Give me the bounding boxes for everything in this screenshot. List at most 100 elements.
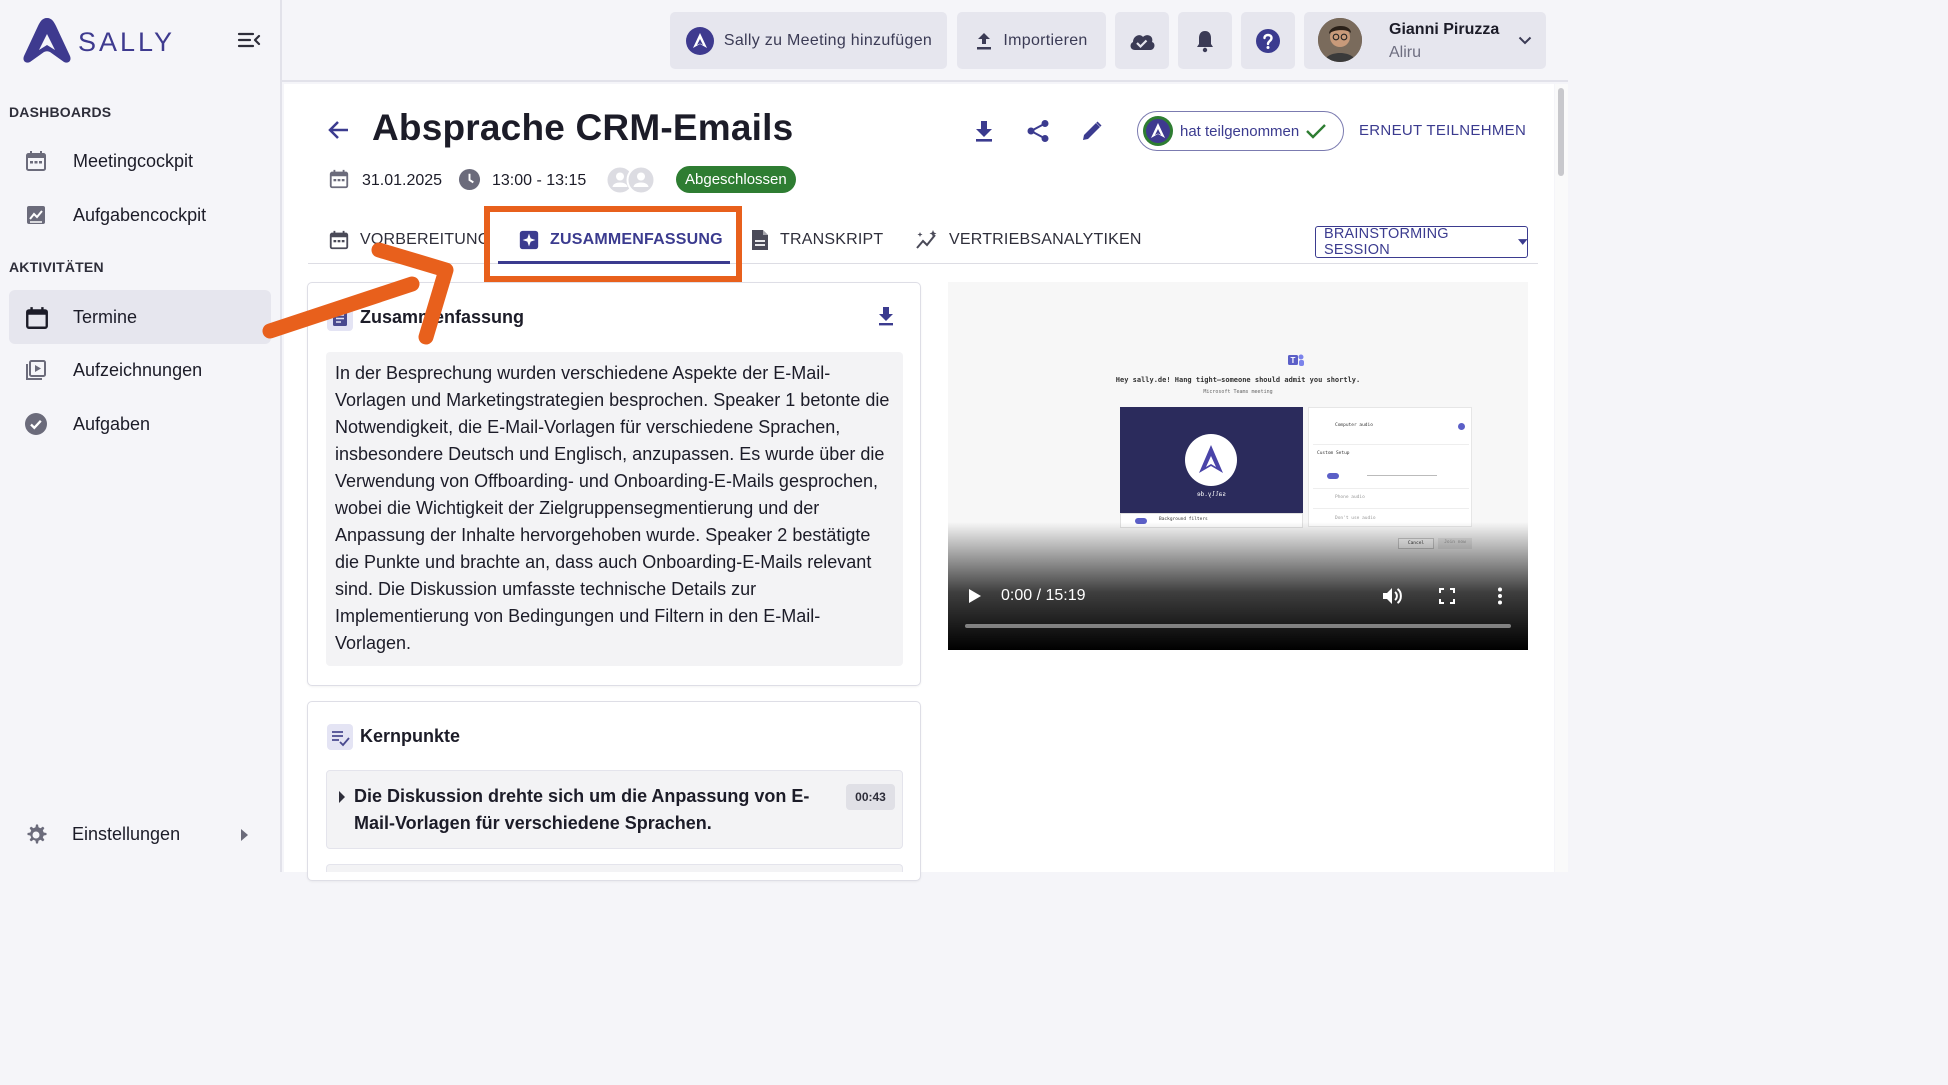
sidebar-item-label: Meetingcockpit xyxy=(73,150,194,171)
collapse-menu-icon[interactable] xyxy=(236,30,262,50)
checklist-icon xyxy=(327,724,353,750)
teams-meeting-subheading: Microsoft Teams meeting xyxy=(1203,389,1273,395)
participants-icon[interactable] xyxy=(605,165,657,195)
section-label-aktivitaeten: AKTIVITÄTEN xyxy=(9,259,104,275)
meeting-time: 13:00 - 13:15 xyxy=(492,172,587,189)
user-menu-button[interactable]: Gianni Piruzza Aliru xyxy=(1304,12,1546,69)
volume-slider xyxy=(1367,475,1437,476)
teams-tile-label: sally.de xyxy=(1197,491,1226,498)
sidebar-item-aufzeichnungen[interactable]: Aufzeichnungen xyxy=(9,343,271,397)
chevron-right-icon xyxy=(239,829,249,841)
summary-text-box: In der Besprechung wurden verschiedene A… xyxy=(326,352,903,666)
download-summary-icon[interactable] xyxy=(877,306,895,326)
keypoint-item[interactable] xyxy=(326,864,903,872)
radio-selected-icon xyxy=(1458,423,1465,430)
clock-icon xyxy=(458,168,481,191)
summary-text: In der Besprechung wurden verschiedene A… xyxy=(335,363,890,653)
rejoin-button[interactable]: ERNEUT TEILNEHMEN xyxy=(1359,122,1526,139)
dropdown-arrow-icon xyxy=(1517,239,1527,245)
sidebar-item-meetingcockpit[interactable]: Meetingcockpit xyxy=(9,134,271,188)
expand-arrow-icon xyxy=(339,791,345,803)
sally-logo[interactable]: SALLY xyxy=(22,16,175,64)
session-type-value: BRAINSTORMING SESSION xyxy=(1324,226,1449,258)
user-org: Aliru xyxy=(1389,44,1422,61)
teams-audio-options: Computer audio Custom Setup Phone audio … xyxy=(1308,407,1472,527)
gear-icon xyxy=(24,823,48,847)
back-arrow-icon[interactable] xyxy=(326,118,352,142)
calendar-icon xyxy=(24,305,50,331)
video-progress-bar[interactable] xyxy=(965,624,1511,628)
custom-setup-label: Custom Setup xyxy=(1317,451,1350,456)
chevron-down-icon xyxy=(1518,36,1532,45)
video-library-icon xyxy=(24,358,48,382)
tab-transkript[interactable]: TRANSKRIPT xyxy=(750,215,883,264)
dont-use-audio-label: Don't use audio xyxy=(1335,516,1376,521)
keypoint-timestamp[interactable]: 00:43 xyxy=(846,784,895,810)
sidebar-item-settings[interactable]: Einstellungen xyxy=(9,808,271,862)
video-controls-overlay xyxy=(948,522,1528,650)
cloud-check-icon xyxy=(1130,34,1155,50)
sally-logo-icon xyxy=(685,26,714,55)
help-button[interactable] xyxy=(1241,12,1295,69)
sidebar-item-aufgaben[interactable]: Aufgaben xyxy=(9,397,271,451)
import-label: Importieren xyxy=(1003,31,1088,49)
sidebar-item-label: Aufzeichnungen xyxy=(73,359,203,380)
participation-status: hat teilgenommen xyxy=(1137,111,1344,151)
check-circle-icon xyxy=(24,412,48,436)
sidebar-item-aufgabencockpit[interactable]: Aufgabencockpit xyxy=(9,188,271,242)
keypoints-title: Kernpunkte xyxy=(360,726,461,746)
notifications-button[interactable] xyxy=(1178,12,1232,69)
fullscreen-icon[interactable] xyxy=(1439,588,1455,604)
keypoint-item[interactable]: Die Diskussion drehte sich um die Anpass… xyxy=(326,770,903,849)
user-name: Gianni Piruzza xyxy=(1389,21,1500,38)
sidebar-item-label: Aufgaben xyxy=(73,413,151,434)
download-icon[interactable] xyxy=(973,119,995,143)
sally-logo-icon xyxy=(1143,116,1173,146)
add-sally-to-meeting-button[interactable]: Sally zu Meeting hinzufügen xyxy=(670,12,947,69)
annotation-arrow-icon xyxy=(262,242,454,345)
sidebar-item-label: Termine xyxy=(73,306,138,327)
scrollbar-thumb[interactable] xyxy=(1558,88,1564,176)
status-badge: Abgeschlossen xyxy=(676,166,796,193)
import-button[interactable]: Importieren xyxy=(957,12,1106,69)
document-icon xyxy=(752,229,768,250)
chart-icon xyxy=(24,203,48,227)
tab-vertriebsanalytiken[interactable]: VERTRIEBSANALYTIKEN xyxy=(915,215,1142,264)
add-sally-label: Sally zu Meeting hinzufügen xyxy=(723,31,933,49)
keypoint-text: Die Diskussion drehte sich um die Anpass… xyxy=(354,786,810,833)
sidebar-item-termine[interactable]: Termine xyxy=(9,290,271,344)
scrollbar[interactable] xyxy=(1555,84,1568,872)
share-icon[interactable] xyxy=(1026,119,1050,143)
video-time: 0:00 / 15:19 xyxy=(1001,587,1086,604)
help-icon xyxy=(1256,28,1280,53)
sally-logo-icon xyxy=(23,18,71,63)
bell-icon xyxy=(1197,30,1213,52)
meeting-date: 31.01.2025 xyxy=(362,172,443,189)
sidebar-item-label: Aufgabencockpit xyxy=(73,204,207,225)
settings-label: Einstellungen xyxy=(72,824,181,844)
edit-icon[interactable] xyxy=(1080,119,1104,143)
brand-name: SALLY xyxy=(78,26,176,57)
analytics-sparkle-icon xyxy=(916,229,937,249)
teams-camera-tile: sally.de xyxy=(1120,407,1303,513)
calendar-icon xyxy=(24,149,48,173)
teams-icon: T xyxy=(1288,354,1304,366)
page-title: Absprache CRM-Emails xyxy=(372,107,794,148)
avatar xyxy=(1318,18,1362,62)
toggle-icon xyxy=(1327,473,1339,479)
annotation-highlight-box xyxy=(484,206,742,282)
more-options-icon[interactable] xyxy=(1497,587,1503,605)
video-player[interactable]: T Hey sally.de! Hang tight—someone shoul… xyxy=(948,282,1528,650)
topbar: Sally zu Meeting hinzufügen Importieren … xyxy=(282,0,1568,82)
sidebar: SALLY DASHBOARDS Meetingcockpit Aufgaben… xyxy=(0,0,282,872)
check-icon xyxy=(1306,124,1327,139)
cloud-sync-button[interactable] xyxy=(1115,12,1169,69)
phone-audio-label: Phone audio xyxy=(1335,495,1365,500)
tab-label: TRANSKRIPT xyxy=(780,230,884,248)
volume-icon[interactable] xyxy=(1382,586,1404,606)
upload-icon xyxy=(977,32,992,49)
tab-label: VERTRIEBSANALYTIKEN xyxy=(949,230,1142,248)
session-type-select[interactable]: BRAINSTORMING SESSION xyxy=(1315,226,1528,258)
play-icon[interactable] xyxy=(968,588,982,604)
svg-text:T: T xyxy=(1291,356,1296,365)
